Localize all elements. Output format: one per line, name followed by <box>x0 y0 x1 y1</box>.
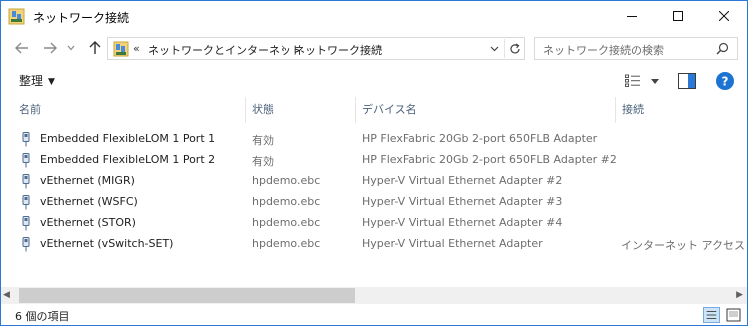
recent-locations-button[interactable] <box>64 38 78 58</box>
network-adapter-icon <box>22 174 30 189</box>
close-button[interactable] <box>701 1 747 31</box>
maximize-icon <box>673 11 683 21</box>
details-view-icon[interactable] <box>703 307 720 323</box>
connection-device: Hyper-V Virtual Ethernet Adapter #3 <box>362 195 563 208</box>
column-header-name[interactable]: 名前 <box>13 97 245 123</box>
connection-status: hpdemo.ebc <box>252 174 321 187</box>
help-icon[interactable]: ? <box>715 71 735 91</box>
arrow-left-icon <box>15 42 28 54</box>
column-headers: 名前 状態 デバイス名 接続 <box>1 97 747 123</box>
network-adapter-icon <box>22 153 30 168</box>
refresh-button[interactable] <box>504 39 524 58</box>
minimize-button[interactable] <box>609 1 655 31</box>
connection-status: hpdemo.ebc <box>252 195 321 208</box>
large-icons-view-icon[interactable] <box>725 307 742 323</box>
connection-device: Hyper-V Virtual Ethernet Adapter <box>362 237 543 250</box>
scroll-left-icon[interactable]: ◀ <box>3 290 10 300</box>
column-header-device[interactable]: デバイス名 <box>355 97 615 123</box>
connection-row[interactable]: vEthernet (MIGR) hpdemo.ebc Hyper-V Virt… <box>16 171 746 192</box>
chevron-down-icon <box>490 46 498 52</box>
scrollbar-thumb[interactable] <box>19 288 355 303</box>
search-box[interactable]: ネットワーク接続の検索 <box>534 37 738 60</box>
connection-row[interactable]: Embedded FlexibleLOM 1 Port 2 有効 HP Flex… <box>16 150 746 171</box>
connection-row[interactable]: Embedded FlexibleLOM 1 Port 1 有効 HP Flex… <box>16 129 746 150</box>
connection-name: Embedded FlexibleLOM 1 Port 2 <box>40 153 216 166</box>
refresh-icon <box>509 42 520 53</box>
column-header-status[interactable]: 状態 <box>245 97 355 123</box>
command-bar: 整理 ▼ ? <box>1 67 747 95</box>
connection-device: Hyper-V Virtual Ethernet Adapter #2 <box>362 174 563 187</box>
caret-down-icon <box>651 78 659 84</box>
breadcrumb-separator[interactable]: › <box>378 41 382 54</box>
arrow-right-icon <box>44 42 57 54</box>
network-adapter-icon <box>22 237 30 252</box>
address-bar[interactable]: « ネットワークとインターネット › ネットワーク接続 › <box>107 37 525 60</box>
connection-row[interactable]: vEthernet (vSwitch-SET) hpdemo.ebc Hyper… <box>16 234 746 255</box>
chevron-down-icon <box>67 45 75 51</box>
details-view-icon <box>625 74 640 87</box>
network-connections-icon <box>8 8 25 25</box>
connection-device: HP FlexFabric 20Gb 2-port 650FLB Adapter <box>362 132 598 145</box>
arrow-up-icon <box>89 41 101 54</box>
scroll-right-icon[interactable]: ▶ <box>736 290 743 300</box>
forward-button[interactable] <box>39 38 61 58</box>
search-icon[interactable] <box>716 42 729 55</box>
address-overflow[interactable]: « <box>133 42 140 55</box>
search-placeholder[interactable]: ネットワーク接続の検索 <box>543 42 664 58</box>
explorer-window: ネットワーク接続 « ネットワークとインターネット › ネットワーク接続 › ネ… <box>0 0 748 326</box>
connection-row[interactable]: vEthernet (WSFC) hpdemo.ebc Hyper-V Virt… <box>16 192 746 213</box>
connection-device: Hyper-V Virtual Ethernet Adapter #4 <box>362 216 563 229</box>
connection-connectivity: インターネット アクセス <box>621 239 745 252</box>
caret-down-icon: ▼ <box>48 77 55 87</box>
minimize-icon <box>627 16 637 17</box>
window-title: ネットワーク接続 <box>33 11 130 25</box>
connection-status: hpdemo.ebc <box>252 216 321 229</box>
connection-device: HP FlexFabric 20Gb 2-port 650FLB Adapter… <box>362 153 617 166</box>
connection-name: vEthernet (MIGR) <box>40 174 135 187</box>
network-adapter-icon <box>22 216 30 231</box>
navigation-bar: « ネットワークとインターネット › ネットワーク接続 › ネットワーク接続の検… <box>1 32 747 64</box>
breadcrumb-network-connections[interactable]: ネットワーク接続 <box>294 42 382 58</box>
network-connections-icon <box>113 41 129 57</box>
network-adapter-icon <box>22 132 30 147</box>
breadcrumb-separator[interactable]: › <box>281 41 285 54</box>
change-view-button[interactable] <box>625 72 661 90</box>
back-button[interactable] <box>11 38 33 58</box>
item-count: 6 個の項目 <box>15 310 70 323</box>
svg-text:?: ? <box>722 75 729 89</box>
up-button[interactable] <box>84 38 106 58</box>
network-adapter-icon <box>22 195 30 210</box>
connection-status: 有効 <box>252 134 274 147</box>
column-header-connectivity[interactable]: 接続 <box>615 97 747 123</box>
title-bar: ネットワーク接続 <box>1 1 747 32</box>
preview-pane-icon[interactable] <box>678 73 696 89</box>
breadcrumb-network-internet[interactable]: ネットワークとインターネット <box>148 42 302 58</box>
organize-label: 整理 <box>19 74 44 88</box>
connection-name: Embedded FlexibleLOM 1 Port 1 <box>40 132 216 145</box>
horizontal-scrollbar[interactable]: ◀ ▶ <box>1 287 747 304</box>
connection-row[interactable]: vEthernet (STOR) hpdemo.ebc Hyper-V Virt… <box>16 213 746 234</box>
connection-status: hpdemo.ebc <box>252 237 321 250</box>
connection-name: vEthernet (WSFC) <box>40 195 138 208</box>
organize-menu-button[interactable]: 整理 ▼ <box>19 72 55 89</box>
connection-status: 有効 <box>252 155 274 168</box>
connection-name: vEthernet (vSwitch-SET) <box>40 237 174 250</box>
address-dropdown-button[interactable] <box>486 42 502 56</box>
close-icon <box>719 11 729 21</box>
connection-name: vEthernet (STOR) <box>40 216 136 229</box>
status-bar: 6 個の項目 <box>1 304 747 325</box>
maximize-button[interactable] <box>655 1 701 31</box>
